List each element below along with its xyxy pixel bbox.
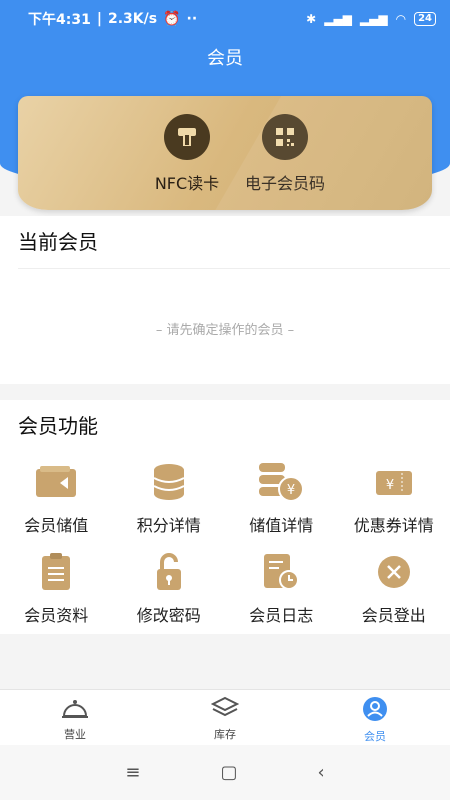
member-functions-section: 会员功能 会员储值 积分详情 ¥ 储值详情 ¥ 优惠券详情 会员资料 修改密码 … [0, 400, 450, 634]
home-icon[interactable]: ▢ [220, 762, 237, 783]
member-code-button[interactable]: 电子会员码 [225, 114, 345, 194]
nav-inventory[interactable]: 库存 [150, 690, 300, 745]
more-dots-icon: ·· [186, 11, 198, 27]
qr-code-icon [262, 114, 308, 160]
logout-x-icon [369, 550, 419, 594]
nfc-card-icon [164, 114, 210, 160]
cloche-icon [61, 696, 89, 724]
status-speed: 2.3K/s [107, 11, 158, 27]
stored-value-detail-button[interactable]: ¥ 储值详情 [225, 452, 338, 542]
member-code-label: 电子会员码 [244, 174, 325, 193]
member-log-button[interactable]: 会员日志 [225, 542, 338, 632]
member-logout-button[interactable]: 会员登出 [338, 542, 450, 632]
signal-icon: ▂▄▆ [324, 12, 352, 26]
current-member-section: 当前会员 – 请先确定操作的会员 – [0, 216, 450, 384]
nav-business[interactable]: 营业 [0, 690, 150, 745]
svg-text:¥: ¥ [287, 483, 295, 498]
bottom-nav: 营业 库存 会员 [0, 689, 450, 745]
lock-icon [144, 550, 194, 594]
coupon-icon: ¥ [369, 460, 419, 504]
back-icon[interactable]: ‹ [317, 762, 324, 783]
member-topup-button[interactable]: 会员储值 [0, 452, 113, 542]
coins-stack-icon [144, 460, 194, 504]
current-member-title: 当前会员 [18, 230, 98, 254]
wallet-icon [31, 460, 81, 504]
menu-icon[interactable]: ≡ [125, 762, 140, 783]
layers-icon [210, 696, 240, 724]
signal-icon-2: ▂▄▆ [359, 12, 388, 26]
log-clock-icon [256, 550, 306, 594]
status-time: 下午4:31 [28, 12, 91, 28]
user-icon [362, 696, 388, 726]
member-profile-button[interactable]: 会员资料 [0, 542, 113, 632]
points-detail-button[interactable]: 积分详情 [113, 452, 226, 542]
empty-member-hint: – 请先确定操作的会员 – [155, 323, 295, 338]
change-password-button[interactable]: 修改密码 [113, 542, 226, 632]
coupon-detail-button[interactable]: ¥ 优惠券详情 [338, 452, 450, 542]
alarm-icon: ⏰ [163, 11, 181, 27]
clipboard-icon [31, 550, 81, 594]
bluetooth-icon: ✱ [306, 12, 317, 26]
nav-member[interactable]: 会员 [300, 690, 450, 745]
system-nav-bar: ≡ ▢ ‹ [0, 745, 450, 800]
divider [18, 268, 450, 269]
wifi-icon: ◠ [395, 12, 407, 26]
member-card: NFC读卡 电子会员码 [18, 96, 432, 210]
status-bar: 下午4:31 | 2.3K/s ⏰ ·· ✱ ▂▄▆ ▂▄▆ ◠ 24 [0, 0, 450, 38]
battery-indicator: 24 [414, 12, 436, 26]
member-functions-title: 会员功能 [18, 414, 98, 438]
svg-text:¥: ¥ [386, 478, 394, 493]
yen-coins-icon: ¥ [256, 460, 306, 504]
page-title: 会员 [207, 48, 243, 69]
